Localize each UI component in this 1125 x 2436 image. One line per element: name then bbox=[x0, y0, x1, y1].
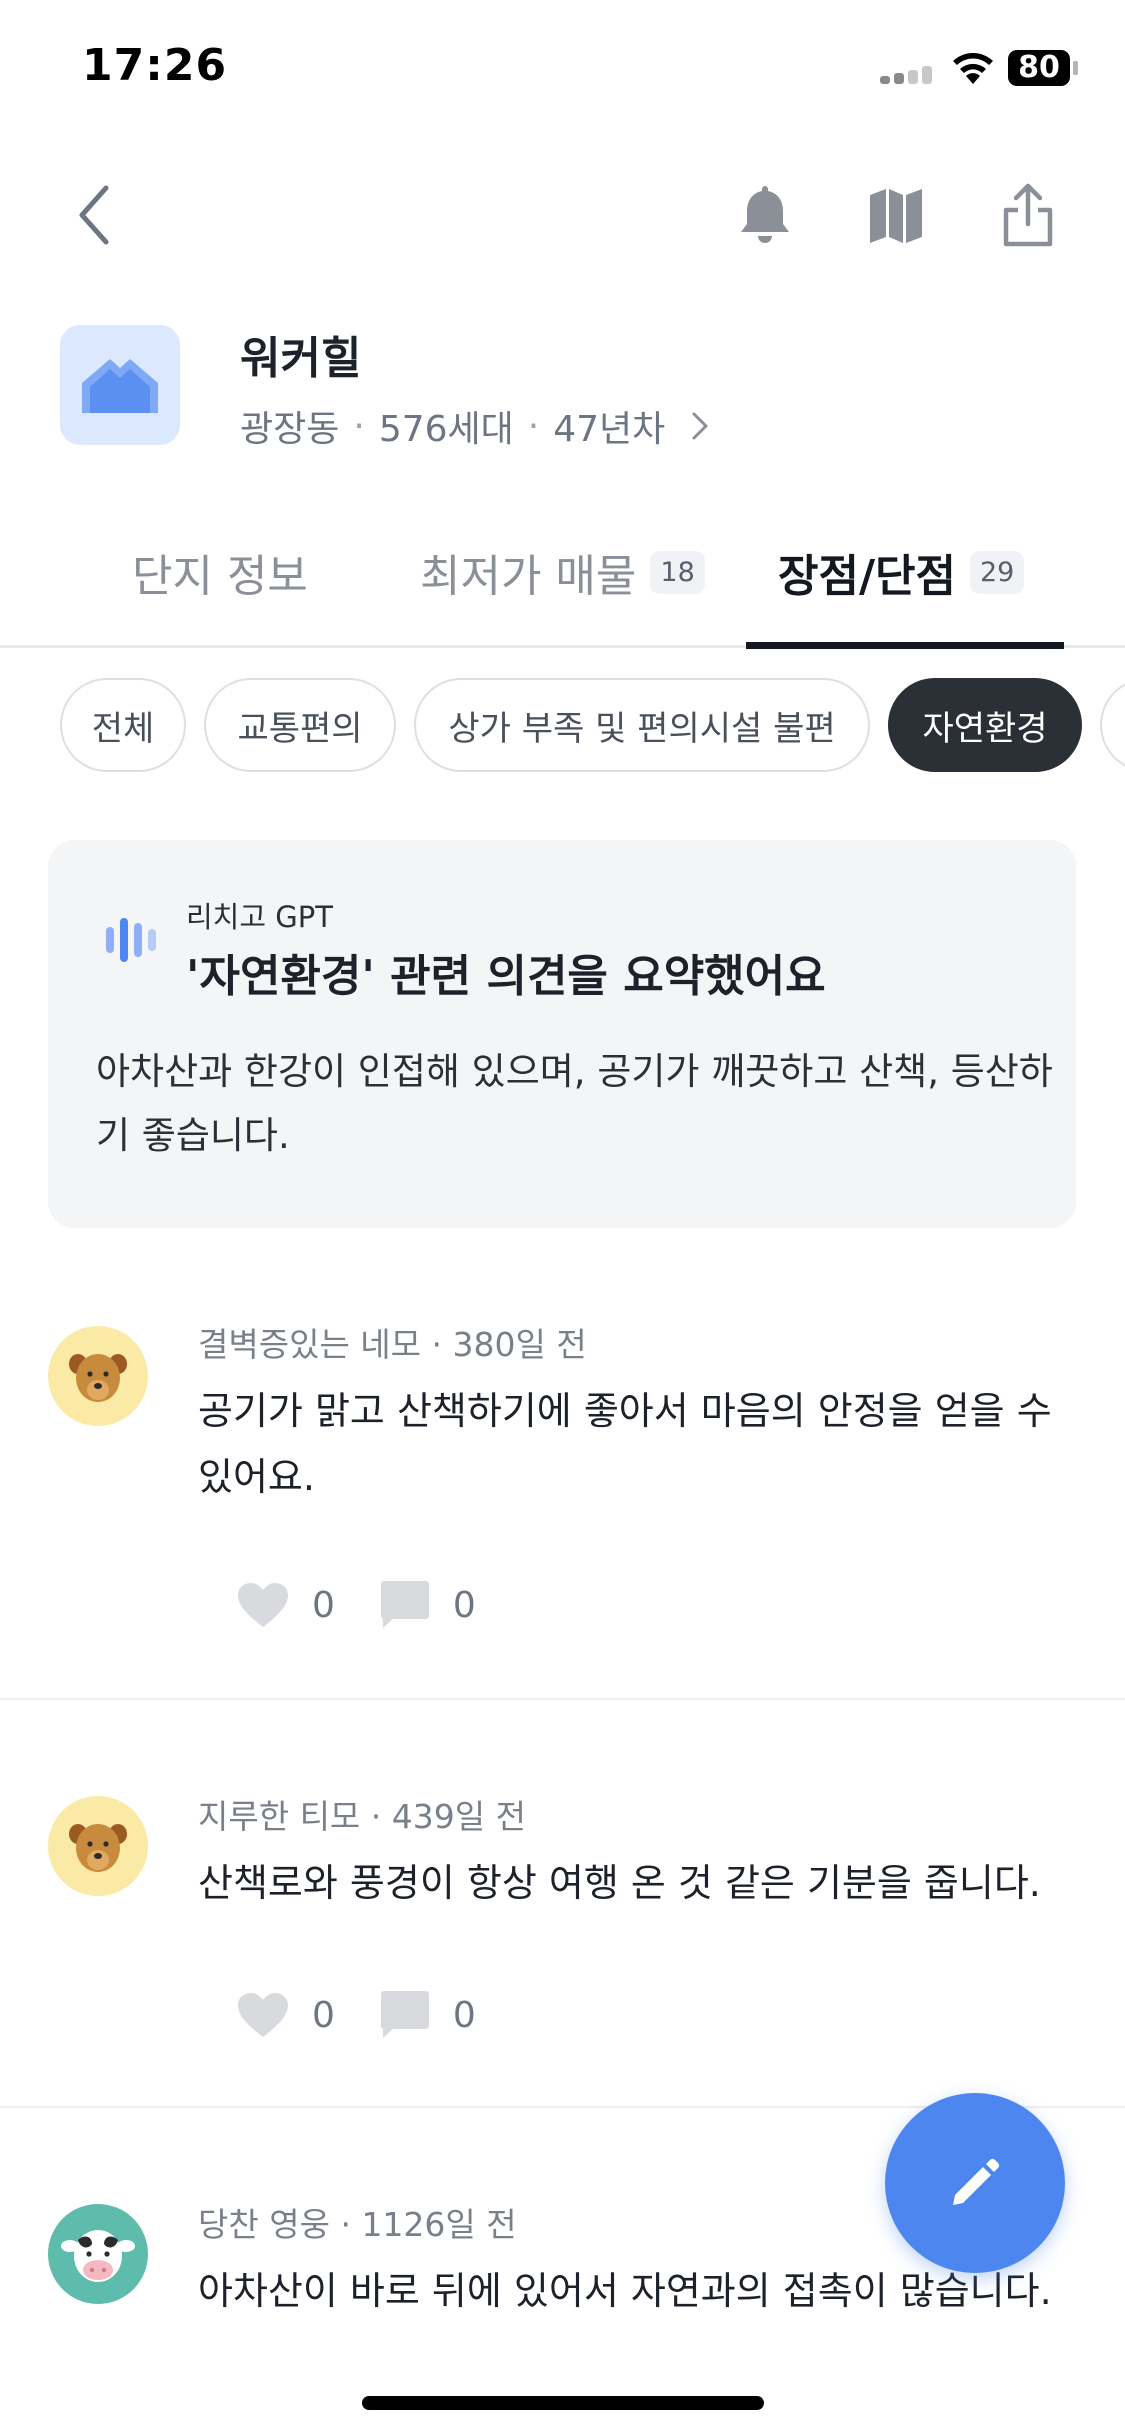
dog-avatar-icon bbox=[48, 1326, 148, 1426]
comment-count: 0 bbox=[452, 1994, 476, 2036]
heart-icon[interactable] bbox=[236, 1581, 290, 1629]
review-meta: 당찬 영웅 · 1126일 전 bbox=[198, 2198, 517, 2246]
complex-meta[interactable]: 광장동 · 576세대 · 47년차 bbox=[240, 400, 709, 452]
battery-cap bbox=[1073, 61, 1078, 75]
review-time: 1126일 전 bbox=[361, 2205, 517, 2244]
review-meta: 지루한 티모 · 439일 전 bbox=[198, 1790, 526, 1838]
review-text: 공기가 맑고 산책하기에 좋아서 마음의 안정을 얻을 수 있어요. bbox=[198, 1389, 1052, 1499]
tab-count-badge: 18 bbox=[650, 550, 705, 594]
building-icon bbox=[82, 359, 158, 413]
filter-chip-all[interactable]: 전체 bbox=[60, 678, 186, 772]
comment-icon[interactable] bbox=[379, 1990, 431, 2040]
summary-title: '자연환경' 관련 의견을 요약했어요 bbox=[186, 951, 826, 1002]
tab-label: 최저가 매물 bbox=[420, 551, 637, 602]
complex-thumbnail bbox=[60, 325, 180, 445]
meta-separator: · bbox=[527, 405, 540, 447]
review-item: 지루한 티모 · 439일 전 산책로와 풍경이 항상 여행 온 것 같은 기분… bbox=[0, 1700, 1125, 2110]
meta-separator: · bbox=[340, 2205, 351, 2244]
comment-count: 0 bbox=[452, 1584, 476, 1626]
review-author: 결벽증있는 네모 bbox=[198, 1325, 422, 1364]
tab-pros-cons[interactable]: 장점/단점 29 bbox=[778, 540, 1025, 604]
review-author: 지루한 티모 bbox=[198, 1797, 361, 1836]
filter-chip-transportation[interactable]: 교통편의 bbox=[204, 678, 396, 772]
battery-indicator: 80 bbox=[1008, 50, 1070, 86]
bell-icon[interactable] bbox=[735, 180, 795, 250]
review-time: 380일 전 bbox=[452, 1325, 587, 1364]
summary-source: 리치고 GPT bbox=[186, 900, 333, 934]
write-review-button[interactable] bbox=[885, 2093, 1065, 2273]
gpt-voice-icon bbox=[106, 918, 160, 962]
like-count: 0 bbox=[312, 1584, 335, 1626]
filter-chip-lack-of-amenities[interactable]: 상가 부족 및 편의시설 불편 bbox=[414, 678, 870, 772]
home-indicator bbox=[362, 2396, 764, 2410]
chevron-right-icon bbox=[692, 412, 708, 440]
pencil-icon bbox=[953, 2158, 1000, 2205]
comment-icon[interactable] bbox=[379, 1580, 431, 1630]
share-icon[interactable] bbox=[998, 180, 1058, 250]
review-meta: 결벽증있는 네모 · 380일 전 bbox=[198, 1318, 587, 1366]
summary-body: 아차산과 한강이 인접해 있으며, 공기가 깨끗하고 산책, 등산하기 좋습니다… bbox=[96, 1050, 1053, 1157]
heart-icon[interactable] bbox=[236, 1991, 290, 2039]
tab-complex-info[interactable]: 단지 정보 bbox=[132, 540, 308, 604]
complex-age: 47년차 bbox=[553, 409, 666, 450]
meta-separator: · bbox=[353, 405, 365, 447]
gpt-summary-card: 리치고 GPT '자연환경' 관련 의견을 요약했어요 아차산과 한강이 인접해… bbox=[48, 840, 1076, 1228]
review-text: 산책로와 풍경이 항상 여행 온 것 같은 기분을 줍니다. bbox=[198, 1861, 1041, 1905]
filter-chip-next[interactable] bbox=[1100, 678, 1125, 772]
map-icon[interactable] bbox=[866, 185, 926, 245]
back-chevron-icon[interactable] bbox=[66, 180, 126, 250]
dog-avatar-icon bbox=[48, 1796, 148, 1896]
tab-label: 단지 정보 bbox=[132, 551, 308, 602]
like-count: 0 bbox=[312, 1994, 335, 2036]
tab-lowest-price-listings[interactable]: 최저가 매물 18 bbox=[420, 540, 705, 604]
tab-count-badge: 29 bbox=[970, 550, 1025, 594]
review-time: 439일 전 bbox=[391, 1797, 526, 1836]
meta-separator: · bbox=[370, 1797, 382, 1836]
filter-chip-row: 전체 교통편의 상가 부족 및 편의시설 불편 자연환경 bbox=[60, 678, 1125, 774]
status-bar: 17:26 80 bbox=[0, 0, 1125, 140]
status-time: 17:26 bbox=[82, 40, 228, 91]
cow-avatar-icon bbox=[48, 2204, 148, 2304]
filter-chip-nature[interactable]: 자연환경 bbox=[888, 678, 1082, 772]
complex-households: 576세대 bbox=[378, 409, 514, 450]
active-tab-indicator bbox=[746, 642, 1064, 649]
review-item: 결벽증있는 네모 · 380일 전 공기가 맑고 산책하기에 좋아서 마음의 안… bbox=[0, 1290, 1125, 1700]
tab-label: 장점/단점 bbox=[778, 551, 956, 602]
cellular-signal-icon bbox=[880, 66, 936, 84]
review-author: 당찬 영웅 bbox=[198, 2205, 330, 2244]
review-actions: 0 0 bbox=[236, 1990, 520, 2040]
meta-separator: · bbox=[431, 1325, 443, 1364]
complex-name: 워커힐 bbox=[240, 333, 362, 384]
complex-location: 광장동 bbox=[240, 409, 340, 450]
review-actions: 0 0 bbox=[236, 1580, 520, 1630]
wifi-icon bbox=[953, 53, 993, 84]
tab-bar: 단지 정보 최저가 매물 18 장점/단점 29 bbox=[0, 520, 1125, 649]
